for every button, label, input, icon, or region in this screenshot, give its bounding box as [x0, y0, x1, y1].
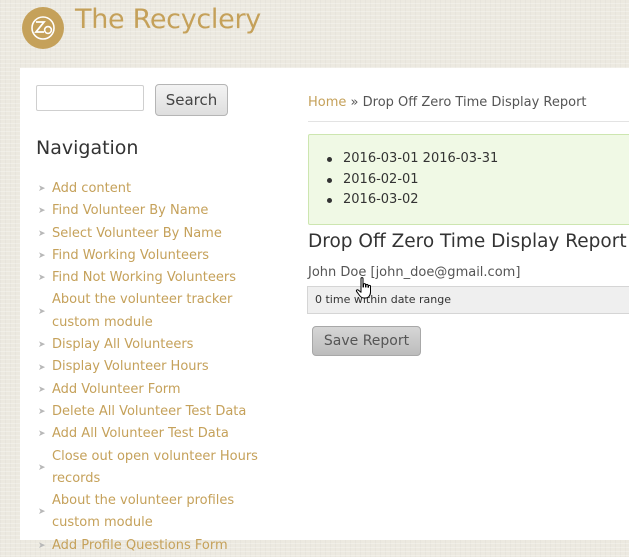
- bullet-icon: ➤: [38, 273, 46, 284]
- page-title: Drop Off Zero Time Display Report: [308, 231, 627, 252]
- site-header: The Recyclery: [0, 0, 629, 68]
- nav-item-add-content[interactable]: ➤ Add content: [36, 178, 276, 200]
- save-report-button[interactable]: Save Report: [312, 326, 421, 356]
- bullet-dot-icon: [327, 177, 332, 183]
- bullet-icon: ➤: [38, 429, 46, 440]
- bullet-icon: ➤: [38, 184, 46, 195]
- nav-item-find-working-volunteers[interactable]: ➤ Find Working Volunteers: [36, 245, 276, 267]
- bullet-icon: ➤: [38, 251, 46, 262]
- breadcrumb-home-link[interactable]: Home: [308, 95, 346, 110]
- nav-item-delete-all-volunteer-test-data[interactable]: ➤ Delete All Volunteer Test Data: [36, 401, 276, 423]
- bullet-icon: ➤: [38, 306, 46, 317]
- nav-item-add-volunteer-form[interactable]: ➤ Add Volunteer Form: [36, 379, 276, 401]
- site-name[interactable]: The Recyclery: [75, 4, 261, 35]
- bullet-dot-icon: [327, 198, 332, 203]
- bullet-icon: ➤: [38, 384, 46, 395]
- divider: [308, 121, 629, 122]
- nav-item-find-volunteer-by-name[interactable]: ➤ Find Volunteer By Name: [36, 200, 276, 222]
- bullet-dot-icon: [327, 157, 332, 162]
- nav-item-about-volunteer-profiles[interactable]: ➤ About the volunteer profiles custom mod…: [36, 490, 276, 535]
- message-list: 2016-03-01 2016-03-31 2016-02-01 2016-03…: [325, 149, 498, 211]
- breadcrumb-current: Drop Off Zero Time Display Report: [362, 95, 587, 110]
- date-range-text: 0 time within date range: [315, 293, 451, 306]
- search-input[interactable]: [36, 85, 144, 111]
- breadcrumb-separator: »: [350, 95, 359, 110]
- search-button[interactable]: Search: [155, 84, 228, 116]
- page-content: Search Navigation ➤ Add content ➤ Find Vol…: [20, 68, 629, 553]
- navigation-title: Navigation: [36, 137, 139, 159]
- nav-item-add-profile-questions-form[interactable]: ➤ Add Profile Questions Form: [36, 535, 276, 557]
- user-info: John Doe [john_doe@gmail.com]: [308, 265, 521, 280]
- recyclery-logo-icon[interactable]: [22, 7, 64, 49]
- bullet-icon: ➤: [38, 228, 46, 239]
- message-item: 2016-03-02: [325, 190, 498, 211]
- message-item: 2016-02-01: [325, 170, 498, 191]
- status-message: 2016-03-01 2016-03-31 2016-02-01 2016-03…: [308, 134, 629, 225]
- nav-item-display-all-volunteers[interactable]: ➤ Display All Volunteers: [36, 334, 276, 356]
- nav-item-add-all-volunteer-test-data[interactable]: ➤ Add All Volunteer Test Data: [36, 423, 276, 445]
- bullet-icon: ➤: [38, 362, 46, 373]
- nav-item-about-volunteer-tracker[interactable]: ➤ About the volunteer tracker custom modu…: [36, 289, 276, 334]
- nav-item-display-volunteer-hours[interactable]: ➤ Display Volunteer Hours: [36, 356, 276, 378]
- breadcrumb: Home » Drop Off Zero Time Display Report: [308, 95, 587, 110]
- nav-item-find-not-working-volunteers[interactable]: ➤ Find Not Working Volunteers: [36, 267, 276, 289]
- bullet-icon: ➤: [38, 407, 46, 418]
- hand-cursor-icon: [355, 276, 375, 300]
- bullet-icon: ➤: [38, 462, 46, 473]
- nav-item-close-out-open-volunteer-hours[interactable]: ➤ Close out open volunteer Hours records: [36, 446, 276, 491]
- bullet-icon: ➤: [38, 206, 46, 217]
- bullet-icon: ➤: [38, 340, 46, 351]
- navigation-menu: ➤ Add content ➤ Find Volunteer By Name ➤ Se…: [36, 178, 276, 557]
- bullet-icon: ➤: [38, 507, 46, 518]
- message-item: 2016-03-01 2016-03-31: [325, 149, 498, 170]
- bullet-icon: ➤: [38, 540, 46, 551]
- nav-item-select-volunteer-by-name[interactable]: ➤ Select Volunteer By Name: [36, 223, 276, 245]
